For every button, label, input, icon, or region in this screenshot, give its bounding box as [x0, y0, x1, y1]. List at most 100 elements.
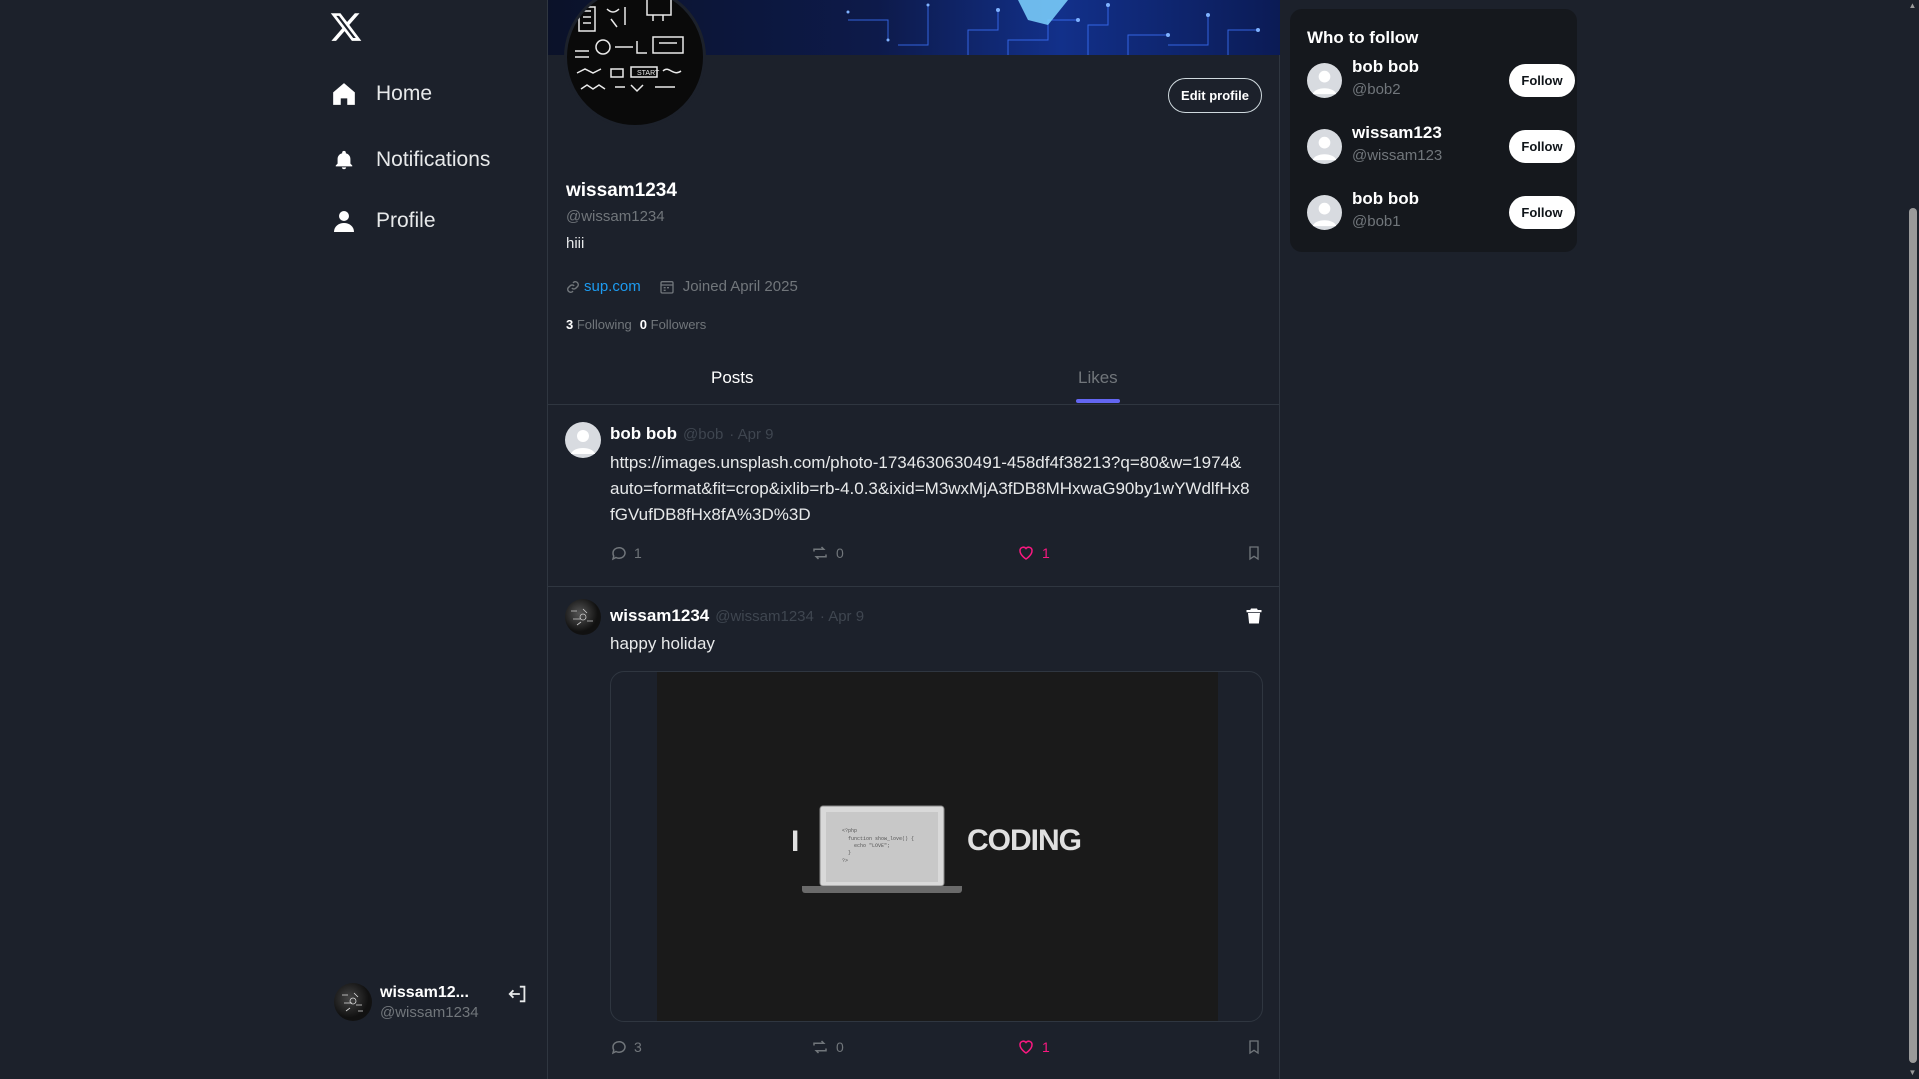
account-display-name: wissam12... — [380, 983, 469, 1001]
post-divider — [548, 586, 1280, 587]
suggested-user-handle: @wissam123 — [1352, 147, 1443, 164]
follow-button[interactable]: Follow — [1509, 64, 1575, 97]
reply-button[interactable]: 1 — [610, 544, 642, 562]
nav-notifications[interactable]: Notifications — [330, 146, 490, 174]
suggested-user[interactable]: wissam123 @wissam123 Follow — [1307, 123, 1575, 169]
scroll-down-arrow-icon[interactable]: ▼ — [1908, 1068, 1917, 1077]
laptop-illustration: <?php function show_love() { echo "LOVE"… — [802, 805, 962, 893]
post-avatar[interactable] — [565, 422, 601, 458]
post-author-handle: @wissam1234 — [715, 608, 814, 625]
svg-text:echo "LOVE";: echo "LOVE"; — [854, 843, 890, 849]
bookmark-button[interactable] — [1246, 544, 1262, 562]
reply-icon — [611, 1040, 626, 1055]
left-sidebar: Home Notifications Profile wissam12... @… — [0, 0, 547, 1079]
logout-icon[interactable] — [507, 983, 529, 1005]
repost-icon — [813, 1040, 827, 1054]
post-date: · Apr 9 — [729, 426, 774, 443]
post-media-image: I <?php function show_love() { echo "LOV… — [657, 672, 1218, 1021]
active-tab-indicator — [1076, 399, 1120, 403]
user-icon — [330, 207, 358, 235]
suggested-user-avatar — [1307, 63, 1342, 98]
scroll-up-arrow-icon[interactable]: ▲ — [1908, 1, 1917, 10]
profile-bio: hiii — [566, 235, 585, 252]
post-actions: 3 0 1 — [610, 1038, 1260, 1060]
bell-icon — [330, 146, 358, 174]
suggested-user-name: wissam123 — [1352, 123, 1442, 142]
account-switcher[interactable]: wissam12... @wissam1234 — [334, 980, 534, 1024]
like-count: 1 — [1042, 1039, 1050, 1055]
link-icon — [567, 280, 579, 293]
bookmark-icon — [1249, 546, 1259, 561]
calendar-icon — [660, 280, 674, 294]
post-author-handle: @bob — [683, 426, 724, 443]
following-stat[interactable]: 3 Following — [566, 317, 632, 332]
profile-name: wissam1234 — [566, 180, 677, 201]
suggested-user-name: bob bob — [1352, 189, 1420, 208]
like-button[interactable]: 1 — [1016, 544, 1050, 562]
post-avatar[interactable] — [565, 599, 601, 635]
suggested-user[interactable]: bob bob @bob2 Follow — [1307, 57, 1575, 103]
heart-icon — [1019, 1040, 1033, 1054]
trash-icon[interactable] — [1245, 606, 1263, 626]
nav-home-label: Home — [376, 82, 433, 105]
post-actions: 1 0 1 — [610, 544, 1260, 566]
follow-button[interactable]: Follow — [1509, 130, 1575, 163]
account-avatar — [334, 983, 372, 1021]
like-button[interactable]: 1 — [1016, 1038, 1050, 1056]
nav-profile[interactable]: Profile — [330, 207, 436, 235]
suggested-user[interactable]: bob bob @bob1 Follow — [1307, 189, 1575, 235]
svg-text:}: } — [848, 850, 851, 856]
suggested-user-handle: @bob1 — [1352, 213, 1401, 230]
repost-button[interactable]: 0 — [810, 1038, 844, 1056]
profile-avatar[interactable]: START — [564, 0, 706, 128]
who-to-follow-panel: Who to follow bob bob @bob2 Follow wissa… — [1290, 9, 1577, 252]
svg-text:<?php: <?php — [842, 828, 857, 834]
tab-posts[interactable]: Posts — [711, 368, 754, 388]
profile-joined: Joined April 2025 — [682, 278, 798, 295]
post-media[interactable]: I <?php function show_love() { echo "LOV… — [610, 671, 1263, 1022]
svg-text:function show_love() {: function show_love() { — [848, 836, 914, 842]
reply-button[interactable]: 3 — [610, 1038, 642, 1056]
reply-icon — [611, 546, 626, 561]
profile-website-link[interactable]: sup.com — [584, 278, 641, 295]
x-logo-icon[interactable] — [329, 9, 363, 45]
repost-icon — [813, 546, 827, 560]
media-left-text: I — [791, 825, 800, 858]
tab-likes[interactable]: Likes — [1078, 368, 1118, 388]
repost-button[interactable]: 0 — [810, 544, 844, 562]
profile-handle: @wissam1234 — [566, 208, 665, 225]
svg-text:START: START — [637, 70, 660, 77]
suggested-user-name: bob bob — [1352, 57, 1420, 76]
heart-icon — [1019, 546, 1033, 560]
reply-count: 3 — [634, 1039, 642, 1055]
edit-profile-button[interactable]: Edit profile — [1168, 78, 1262, 113]
suggested-user-avatar — [1307, 195, 1342, 230]
profile-meta: sup.com Joined April 2025 — [566, 278, 798, 295]
profile-column: START Edit profile wissam1234 @wissam123… — [547, 0, 1280, 1079]
like-count: 1 — [1042, 545, 1050, 561]
nav-home[interactable]: Home — [330, 80, 432, 108]
post-text: happy holiday — [610, 634, 715, 653]
post-author-name[interactable]: wissam1234 — [610, 606, 709, 626]
repost-count: 0 — [836, 1039, 844, 1055]
suggested-user-handle: @bob2 — [1352, 81, 1401, 98]
svg-text:?>: ?> — [842, 858, 848, 864]
account-handle: @wissam1234 — [380, 1003, 479, 1021]
bookmark-icon — [1249, 1040, 1259, 1055]
post-author-name[interactable]: bob bob — [610, 424, 677, 444]
followers-stat[interactable]: 0 Followers — [640, 317, 706, 332]
post-date: · Apr 9 — [819, 608, 865, 625]
repost-count: 0 — [836, 545, 844, 561]
reply-count: 1 — [634, 545, 642, 561]
scroll-thumb[interactable] — [1909, 208, 1917, 1063]
post-text: https://images.unsplash.com/photo-173463… — [610, 453, 1250, 524]
nav-profile-label: Profile — [376, 209, 436, 232]
follow-button[interactable]: Follow — [1509, 196, 1575, 229]
profile-stats: 3 Following 0 Followers — [566, 317, 706, 332]
home-icon — [330, 80, 358, 108]
who-to-follow-title: Who to follow — [1307, 28, 1419, 47]
page-scrollbar[interactable]: ▲ ▼ — [1906, 0, 1919, 1079]
media-right-text: CODING — [967, 824, 1082, 857]
profile-tabs: Posts Likes — [548, 350, 1280, 405]
bookmark-button[interactable] — [1246, 1038, 1262, 1056]
